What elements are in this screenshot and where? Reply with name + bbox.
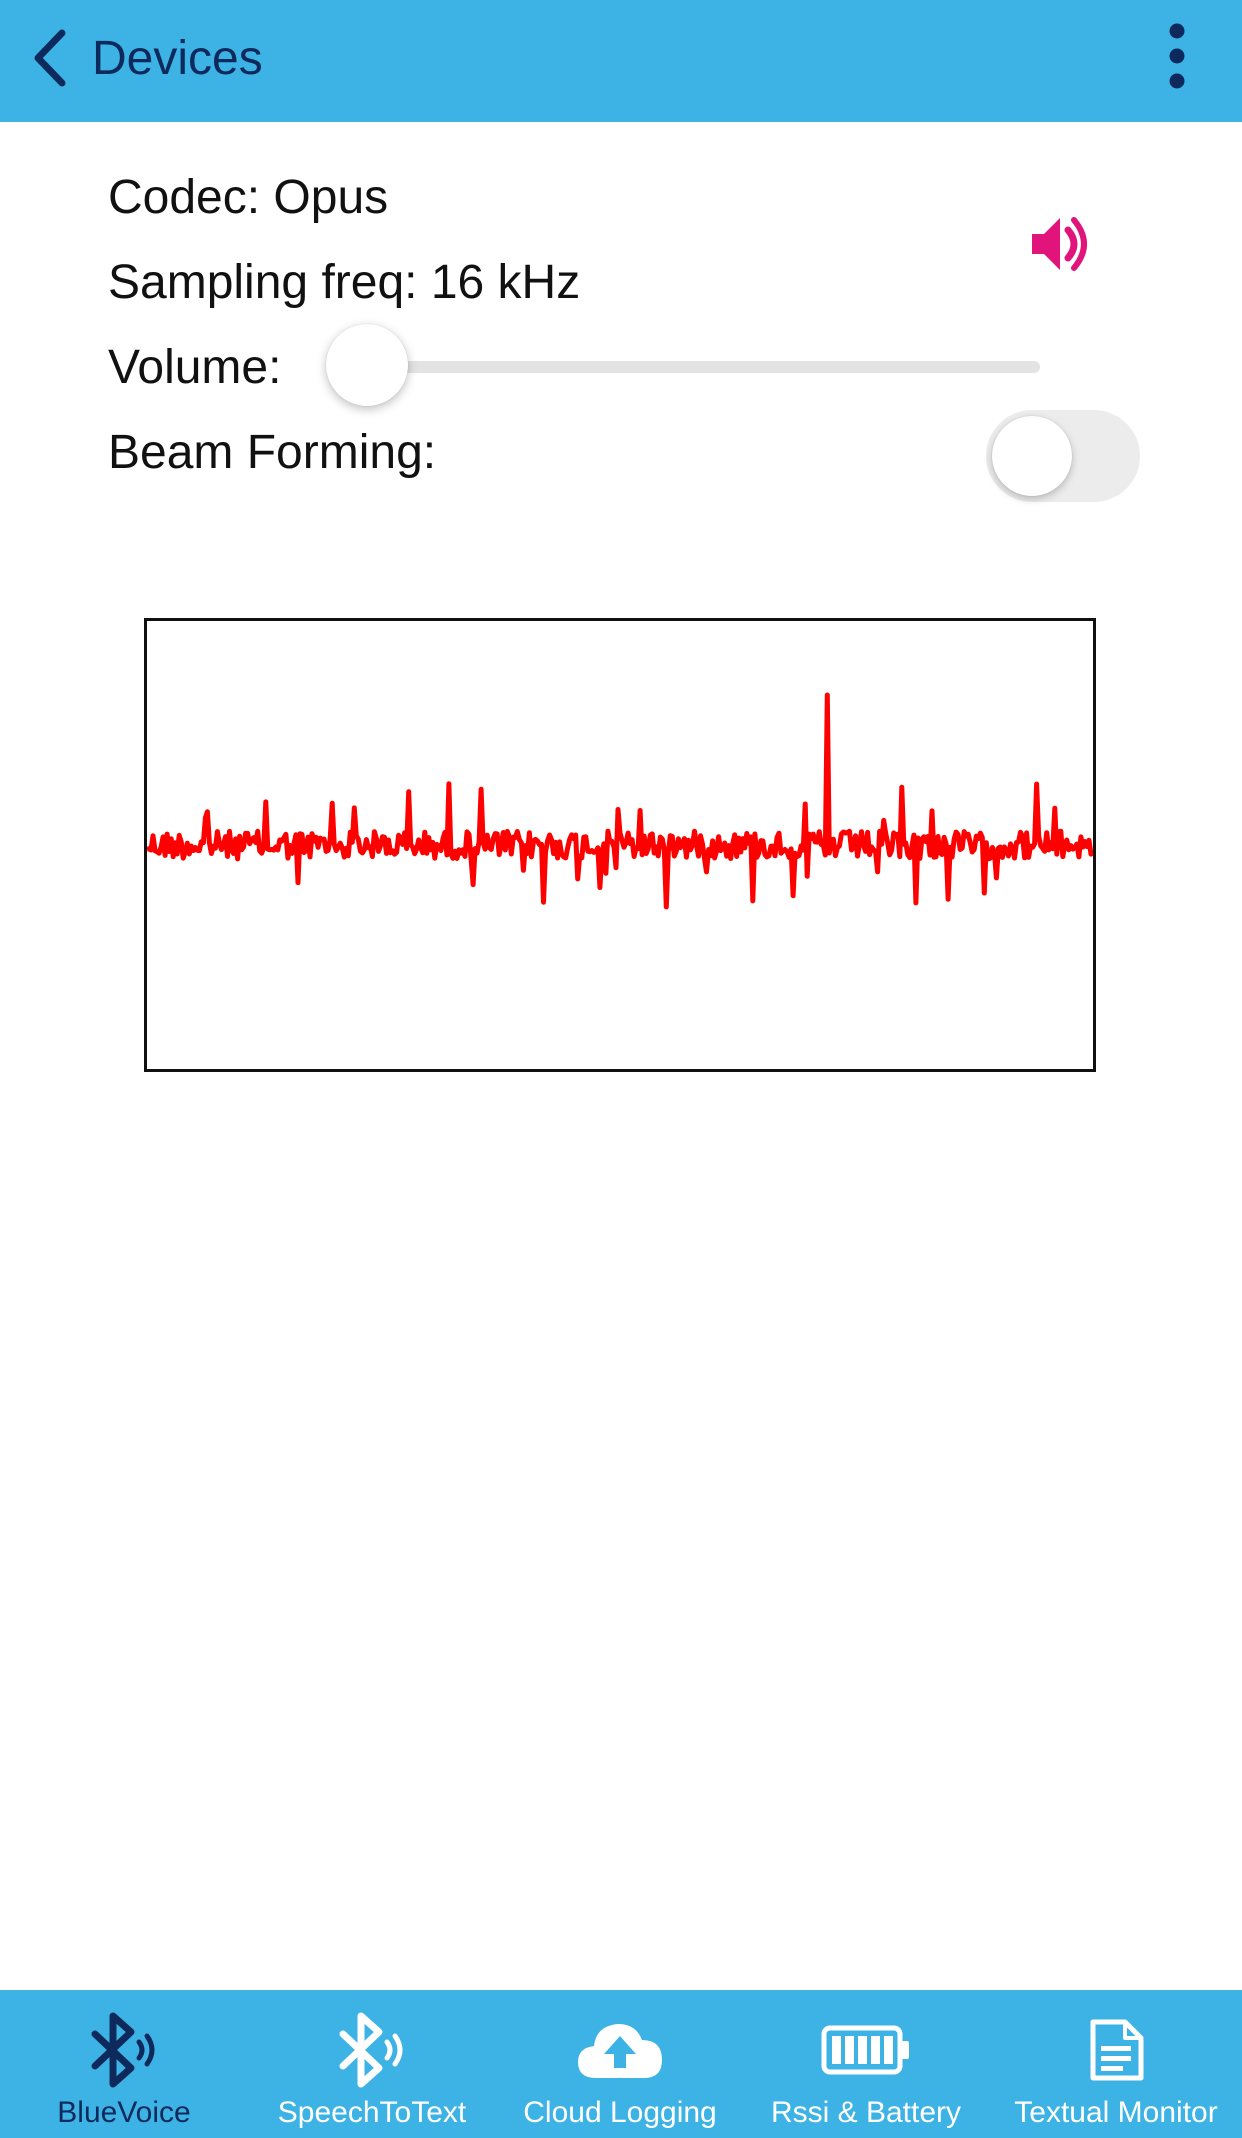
tab-rssi-battery[interactable]: Rssi & Battery — [756, 1990, 976, 2138]
tab-label: Cloud Logging — [523, 2096, 717, 2129]
more-vertical-icon — [1169, 23, 1185, 89]
bluetooth-audio-icon — [333, 2010, 411, 2090]
more-menu-button[interactable] — [1152, 22, 1202, 90]
tab-label: SpeechToText — [277, 2096, 467, 2129]
cloud-upload-icon — [574, 2010, 666, 2090]
sampling-freq-label: Sampling freq: 16 kHz — [108, 256, 581, 309]
bluetooth-audio-icon — [85, 2010, 163, 2090]
document-icon — [1087, 2010, 1145, 2090]
codec-label: Codec: Opus — [108, 171, 389, 224]
tab-label: BlueVoice — [57, 2096, 191, 2129]
volume-label: Volume: — [108, 341, 282, 394]
volume-slider-thumb[interactable] — [326, 324, 408, 406]
battery-icon — [821, 2010, 911, 2090]
back-label: Devices — [92, 31, 263, 85]
tab-label: Rssi & Battery — [770, 2096, 962, 2129]
navigation-bar: Devices — [0, 0, 1242, 122]
tab-bar: BlueVoice SpeechToText Cloud Logging Rss… — [0, 1990, 1242, 2138]
tab-speechtotext[interactable]: SpeechToText — [262, 1990, 482, 2138]
bluevoice-screen: Devices Codec: Opus Sampling freq: 16 kH… — [0, 0, 1242, 2138]
beam-forming-label: Beam Forming: — [108, 426, 437, 479]
tab-textual-monitor[interactable]: Textual Monitor — [1000, 1990, 1232, 2138]
volume-slider-track[interactable] — [366, 361, 1040, 373]
toggle-knob — [992, 416, 1072, 496]
audio-waveform-plot — [144, 618, 1096, 1072]
tab-cloud-logging[interactable]: Cloud Logging — [508, 1990, 732, 2138]
speaker-button[interactable] — [1026, 210, 1094, 278]
tab-bluevoice[interactable]: BlueVoice — [24, 1990, 224, 2138]
tab-label: Textual Monitor — [1014, 2096, 1218, 2129]
back-button[interactable]: Devices — [30, 20, 263, 96]
chevron-left-icon — [30, 29, 68, 87]
speaker-volume-icon — [1032, 217, 1087, 271]
waveform-line — [147, 692, 1093, 910]
beam-forming-toggle[interactable] — [986, 410, 1140, 502]
